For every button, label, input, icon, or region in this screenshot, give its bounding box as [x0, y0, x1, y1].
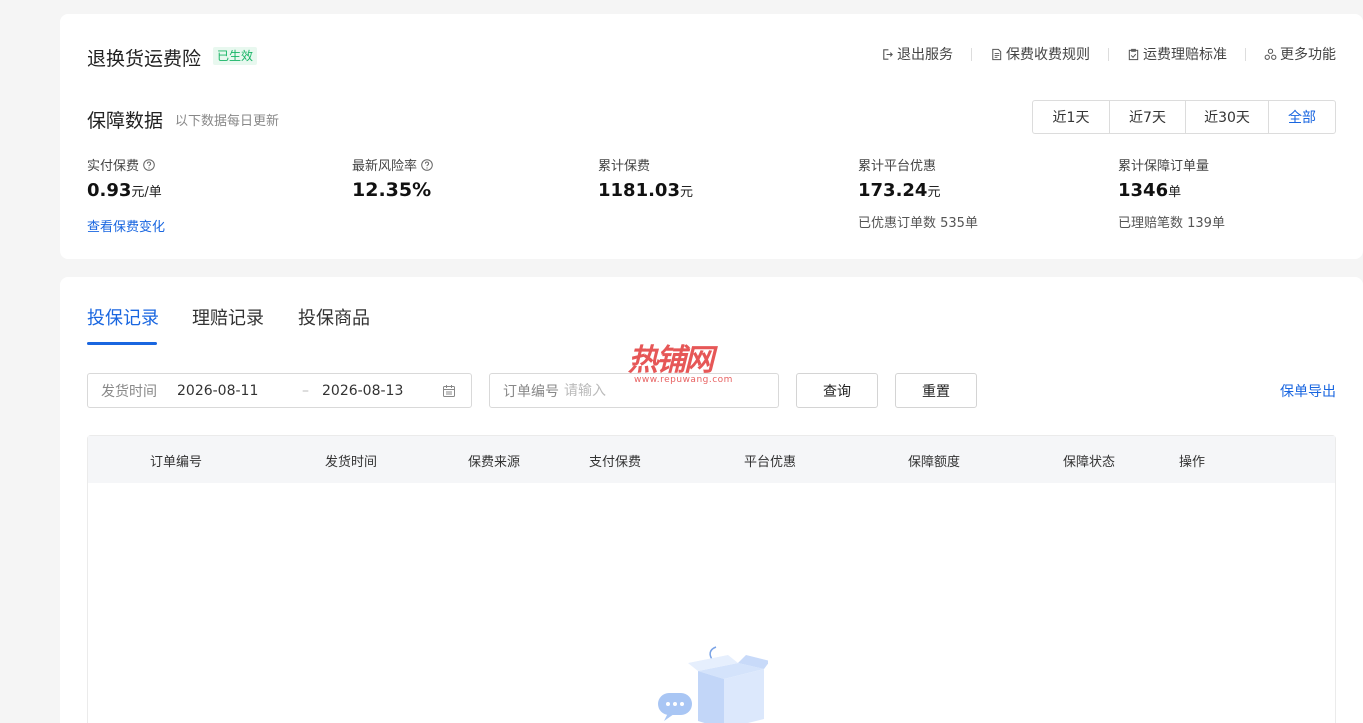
metric-unit: 单 — [1168, 185, 1182, 200]
help-icon[interactable] — [421, 158, 433, 171]
ship-date-range-picker[interactable]: 发货时间 2026-08-11 – 2026-08-13 — [87, 373, 472, 408]
metric-unit: 元 — [927, 185, 941, 200]
fee-rules-label: 保费收费规则 — [1006, 47, 1090, 63]
metric-risk-rate-label: 最新风险率 — [352, 159, 418, 174]
column-header: 支付保费 — [589, 455, 642, 470]
section-subtitle: 以下数据每日更新 — [175, 114, 280, 129]
query-button[interactable]: 查询 — [796, 373, 878, 408]
clipboard-icon — [1128, 48, 1139, 60]
metric-sub: 已理赔笔数 139单 — [1118, 216, 1225, 231]
more-features-label: 更多功能 — [1280, 47, 1336, 63]
column-header: 发货时间 — [325, 455, 378, 470]
date-start[interactable]: 2026-08-11 — [177, 383, 302, 399]
column-header: 保障状态 — [1063, 455, 1116, 470]
column-header: 订单编号 — [150, 455, 203, 470]
calendar-icon[interactable] — [442, 384, 456, 398]
tab-insurance-records[interactable]: 投保记录 — [87, 304, 159, 330]
empty-box-icon — [658, 646, 768, 723]
metric-total-premium-label: 累计保费 — [598, 159, 651, 174]
metric-order-count-label: 累计保障订单量 — [1118, 159, 1210, 174]
metric-paid-premium-label: 实付保费 — [87, 159, 140, 174]
metric-total-premium: 1181.03元 — [598, 180, 693, 201]
metric-paid-premium: 0.93元/单 — [87, 180, 162, 201]
help-icon[interactable] — [143, 158, 155, 171]
records-table: 订单编号 发货时间 保费来源 支付保费 平台优惠 保障额度 保障状态 操作 — [87, 435, 1336, 723]
metric-risk-rate: 12.35% — [352, 179, 431, 201]
document-icon — [992, 48, 1002, 60]
metric-value: 1181.03 — [598, 180, 680, 201]
metric-label: 实付保费 — [87, 155, 155, 174]
metric-order-count: 1346单 — [1118, 180, 1181, 201]
watermark-url: www.repuwang.com — [634, 375, 733, 385]
status-badge: 已生效 — [213, 47, 258, 65]
date-range-label: 发货时间 — [101, 383, 157, 400]
column-header: 保费来源 — [468, 455, 521, 470]
active-tab-indicator — [87, 342, 157, 345]
tab-insured-products[interactable]: 投保商品 — [298, 304, 370, 330]
metric-value: 0.93 — [87, 180, 132, 201]
fee-rules-button[interactable]: 保费收费规则 — [990, 44, 1090, 64]
more-features-button[interactable]: 更多功能 — [1264, 44, 1336, 64]
claim-standard-button[interactable]: 运费理赔标准 — [1127, 44, 1227, 64]
exit-icon — [883, 48, 893, 60]
table-header: 订单编号 发货时间 保费来源 支付保费 平台优惠 保障额度 保障状态 操作 — [88, 436, 1335, 483]
claim-standard-label: 运费理赔标准 — [1143, 47, 1227, 63]
column-header: 操作 — [1179, 455, 1206, 470]
export-policy-link[interactable]: 保单导出 — [1280, 381, 1336, 401]
reset-button[interactable]: 重置 — [895, 373, 977, 408]
divider — [1108, 47, 1109, 61]
insurance-summary-card: 退换货运费险 已生效 退出服务 保费收费规则 运费理赔标准 更多功能 保障数据 … — [60, 14, 1363, 259]
range-all-button[interactable]: 全部 — [1269, 101, 1335, 133]
header-actions: 退出服务 保费收费规则 运费理赔标准 更多功能 — [881, 44, 1336, 64]
range-7d-button[interactable]: 近7天 — [1110, 101, 1186, 133]
view-premium-change-link[interactable]: 查看保费变化 — [87, 216, 165, 235]
exit-service-button[interactable]: 退出服务 — [881, 44, 953, 64]
watermark-logo-text: 热铺网 — [628, 343, 714, 378]
metric-value: 1346 — [1118, 180, 1169, 201]
section-title: 保障数据 — [87, 110, 164, 132]
metric-value: 173.24 — [858, 180, 928, 201]
date-end[interactable]: 2026-08-13 — [322, 383, 437, 399]
divider — [971, 47, 972, 61]
range-selector: 近1天 近7天 近30天 全部 — [1032, 100, 1336, 134]
metric-label: 最新风险率 — [352, 155, 433, 174]
divider — [1245, 47, 1246, 61]
metric-sub: 已优惠订单数 535单 — [858, 216, 978, 231]
date-separator: – — [302, 382, 309, 399]
column-header: 保障额度 — [908, 455, 961, 470]
tab-claim-records[interactable]: 理赔记录 — [192, 304, 264, 330]
metric-unit: 元 — [679, 185, 693, 200]
metric-platform-discount: 173.24元 — [858, 180, 940, 201]
metric-platform-discount-label: 累计平台优惠 — [858, 159, 937, 174]
range-1d-button[interactable]: 近1天 — [1033, 101, 1110, 133]
column-header: 平台优惠 — [744, 455, 797, 470]
metric-unit: 元/单 — [131, 185, 162, 200]
page-title: 退换货运费险 — [87, 48, 202, 70]
metric-value: 12.35% — [352, 179, 432, 201]
order-number-label: 订单编号 — [503, 383, 559, 400]
range-30d-button[interactable]: 近30天 — [1186, 101, 1269, 133]
site-watermark: 热铺网 www.repuwang.com — [628, 335, 733, 385]
exit-service-label: 退出服务 — [897, 47, 953, 63]
apps-icon — [1264, 48, 1277, 60]
